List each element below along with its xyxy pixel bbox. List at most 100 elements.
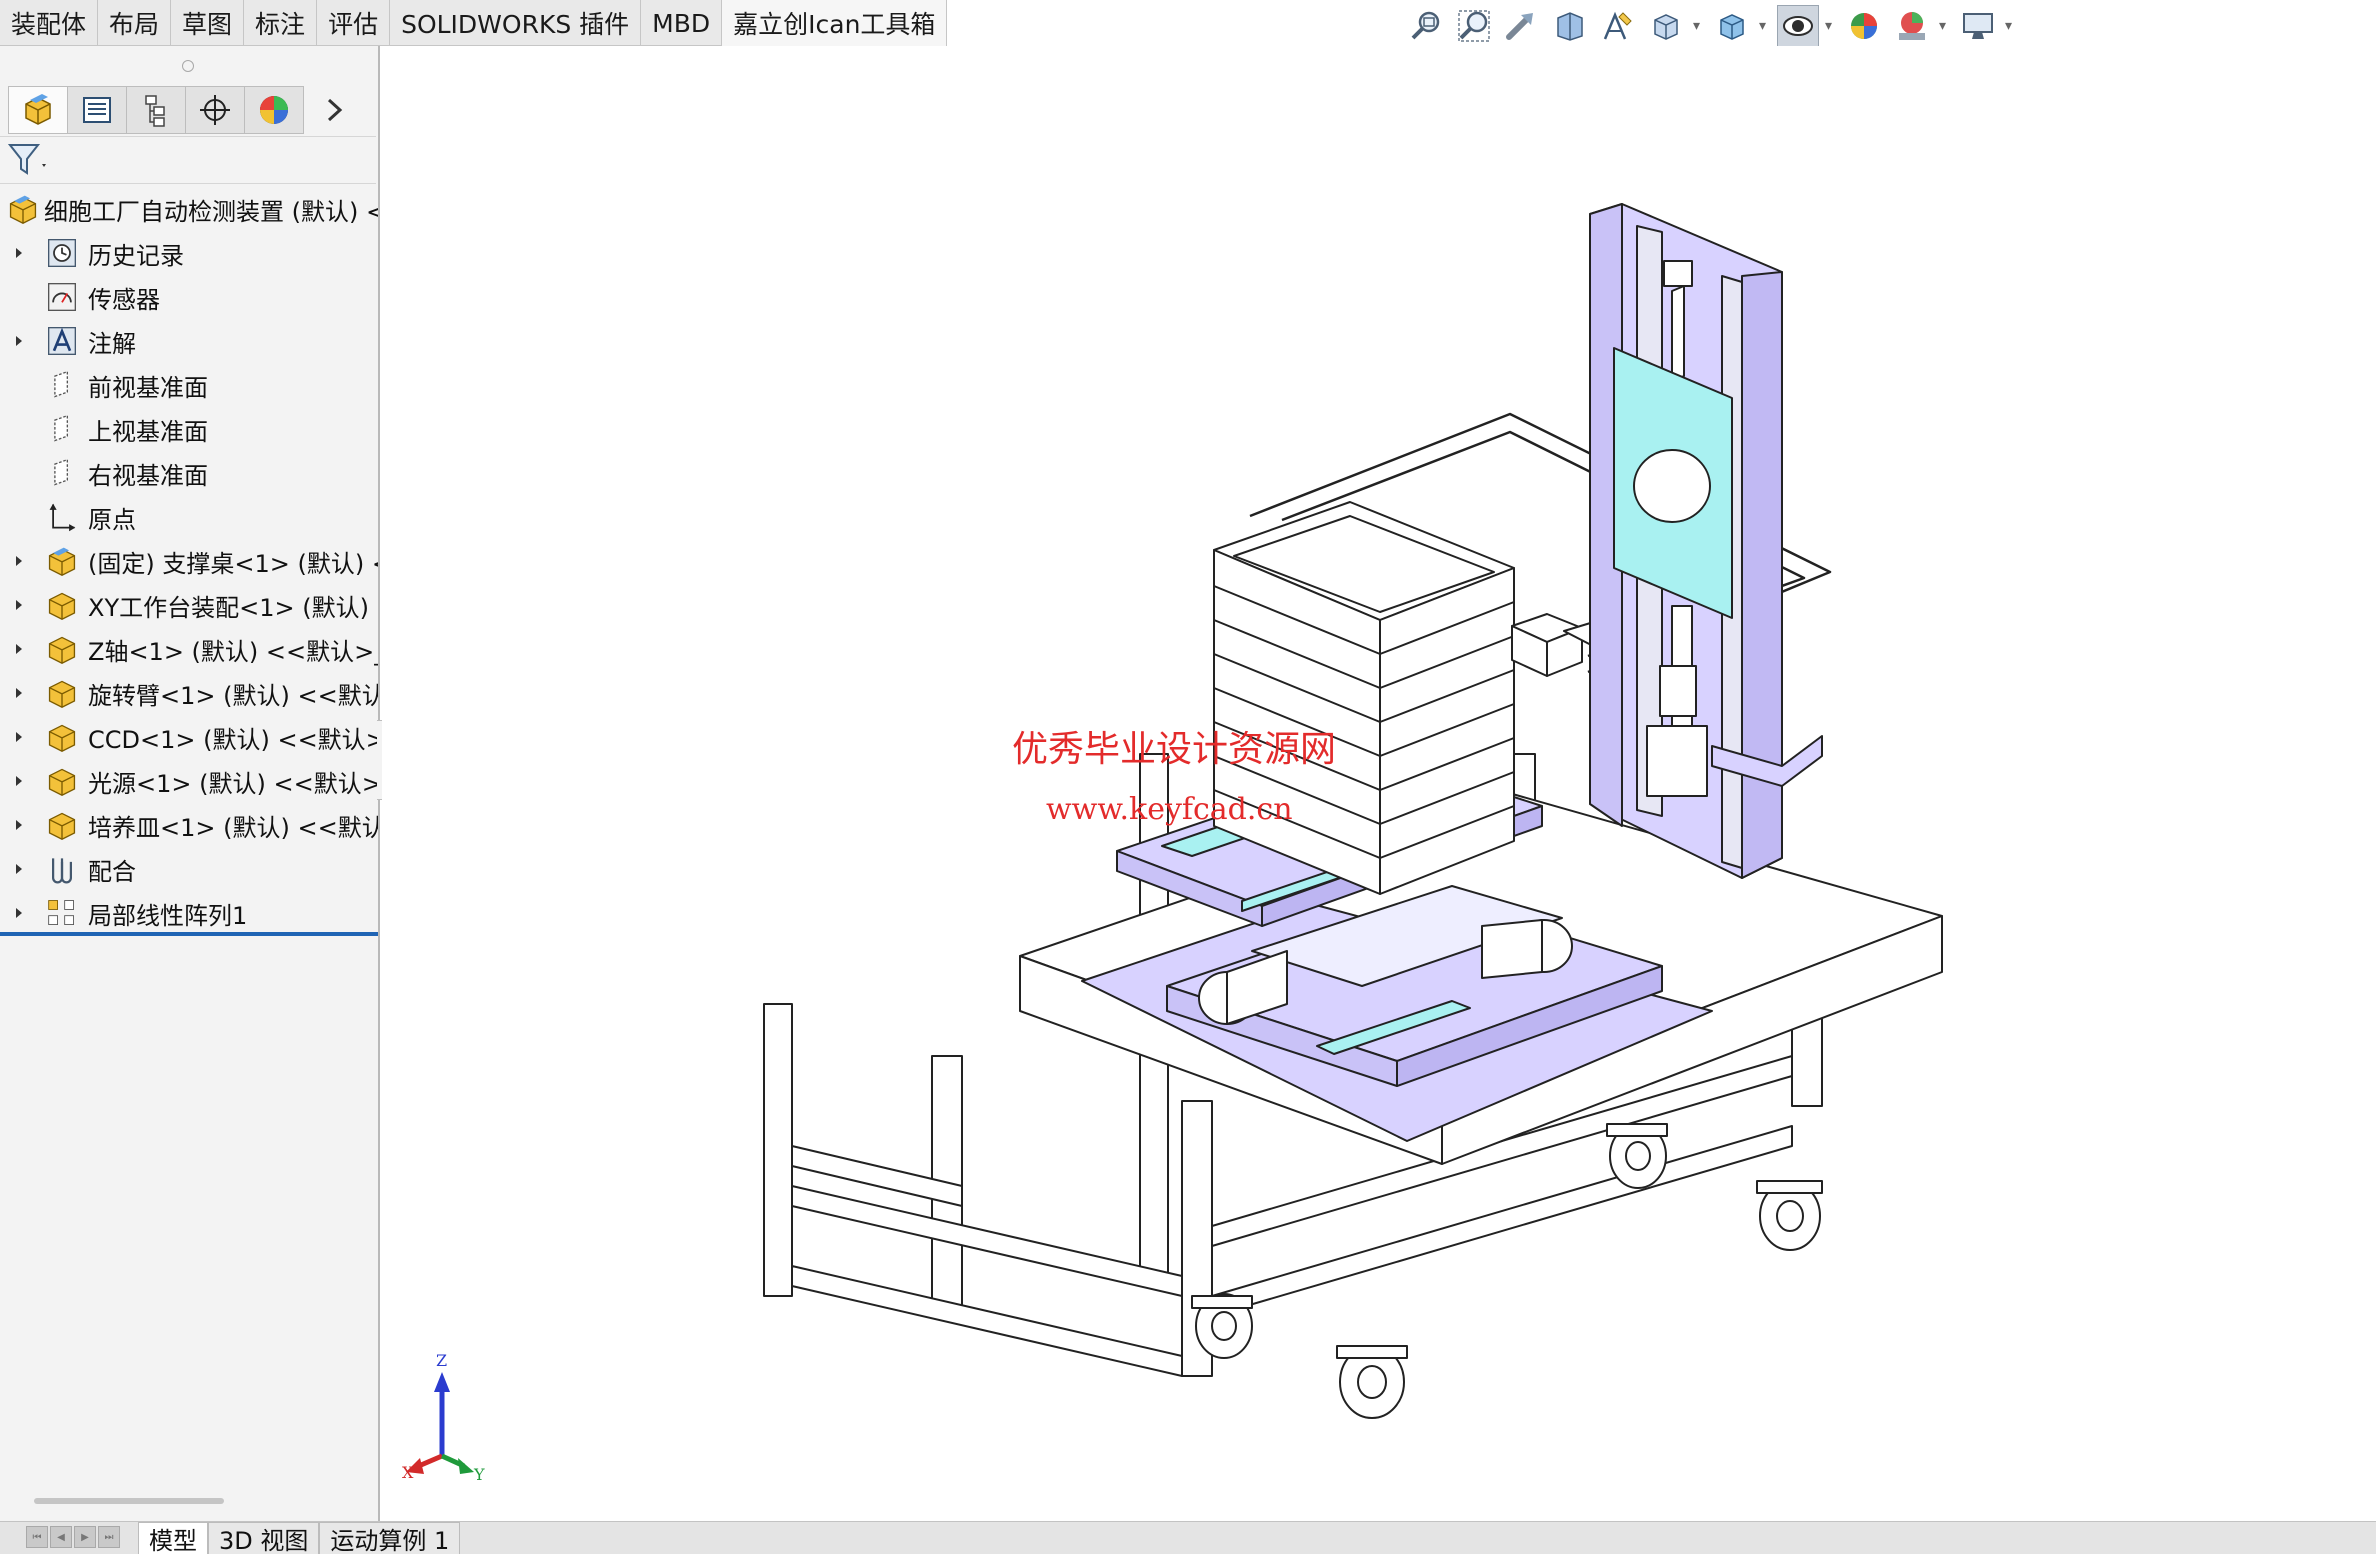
z-axis-column (1589, 203, 1823, 879)
tree-item-label: 配合 (88, 857, 136, 886)
tree-item[interactable]: 右视基准面 (0, 451, 378, 495)
tree-item[interactable]: 传感器 (0, 275, 378, 319)
chevron-down-icon[interactable]: ▾ (1693, 18, 1705, 34)
tree-item[interactable]: Z轴<1> (默认) <<默认>_與 (0, 627, 378, 671)
ribbon-tab[interactable]: 嘉立创Ican工具箱 (722, 0, 948, 46)
tree-item[interactable]: CCD<1> (默认) <<默认>_ (0, 715, 378, 759)
manager-tabs (8, 86, 357, 134)
tree-item-label: 历史记录 (88, 241, 184, 270)
ribbon-tab[interactable]: 装配体 (0, 0, 99, 46)
ribbon-tab[interactable]: 布局 (98, 0, 172, 46)
tree-item[interactable]: XY工作台装配<1> (默认) < (0, 583, 378, 627)
tree-items: 历史记录传感器注解前视基准面 上视基准面右视基准面原点 (固定) 支撑桌<1> (默… (0, 231, 378, 935)
bottom-tab[interactable]: 运动算例 1 (319, 1522, 461, 1554)
feature-tree: 细胞工厂自动检测装置 (默认) < 历史记录传感器注解前视基准面 上视基准面右视基… (0, 187, 378, 935)
solidworks-window: 装配体 布局 草图 标注 评估 SOLIDWORKS 插件 MBD 嘉立创Ican工具箱 ▾ … (0, 0, 2376, 1554)
tree-item[interactable]: (固定) 支撑桌<1> (默认) < (0, 539, 378, 583)
expand-caret-icon[interactable] (14, 847, 26, 891)
tree-item[interactable]: 注解 (0, 319, 378, 363)
dimxpertmanager-tab[interactable] (185, 86, 245, 134)
origin-icon (44, 499, 80, 535)
ribbon-tab[interactable]: 草图 (171, 0, 245, 46)
chevron-down-icon[interactable]: ▾ (1825, 18, 1837, 34)
ribbon-tabs: 装配体 布局 草图 标注 评估 SOLIDWORKS 插件 MBD 嘉立创Ican工具箱 (0, 0, 948, 46)
chevron-down-icon[interactable]: ▾ (1759, 18, 1771, 34)
watermark-url: www.keyfcad.cn (1046, 792, 1293, 827)
assembly-icon (5, 191, 41, 227)
expand-caret-icon[interactable] (14, 671, 26, 715)
first-tab-arrow-icon[interactable]: ⏮ (26, 1526, 48, 1548)
tree-item-label: 原点 (88, 505, 136, 534)
last-tab-arrow-icon[interactable]: ⏭ (98, 1526, 120, 1548)
zoom-to-area-icon[interactable] (1453, 5, 1495, 47)
previous-tab-arrow-icon[interactable]: ◀ (50, 1526, 72, 1548)
tree-item[interactable]: 原点 (0, 495, 378, 539)
chevron-right-icon[interactable] (313, 86, 357, 134)
expand-caret-icon[interactable] (14, 891, 26, 935)
featuremanager-tab[interactable] (8, 86, 68, 134)
tree-item[interactable]: 培养皿<1> (默认) <<默认> (0, 803, 378, 847)
view-orientation-icon[interactable] (1645, 5, 1687, 47)
hide-show-items-icon[interactable] (1777, 5, 1819, 47)
panel-grip[interactable] (182, 60, 194, 72)
tree-item[interactable]: 局部线性阵列1 (0, 891, 378, 935)
tree-item[interactable]: 光源<1> (默认) <<默认>_ (0, 759, 378, 803)
plane-icon (44, 411, 80, 447)
chevron-down-icon[interactable]: ▾ (1939, 18, 1951, 34)
propertymanager-tab[interactable] (67, 86, 127, 134)
tree-item-label: 培养皿<1> (默认) <<默认> (88, 813, 378, 842)
ribbon-tab[interactable]: 评估 (317, 0, 391, 46)
watermark-title: 优秀毕业设计资源网 (1012, 729, 1337, 770)
display-style-icon[interactable] (1711, 5, 1753, 47)
tree-item-label: 注解 (88, 329, 136, 358)
graphics-area[interactable]: 优秀毕业设计资源网 www.keyfcad.cn Z X Y (382, 46, 2376, 1521)
ribbon-tab[interactable]: 标注 (244, 0, 318, 46)
tree-item-label: 右视基准面 (88, 461, 208, 490)
expand-caret-icon[interactable] (14, 539, 26, 583)
dimxpertmanager-icon (200, 95, 230, 125)
zoom-to-fit-icon[interactable] (1405, 5, 1447, 47)
expand-caret-icon[interactable] (14, 759, 26, 803)
tree-filter[interactable] (0, 136, 376, 184)
bottom-tab[interactable]: 模型 (138, 1522, 208, 1554)
configurationmanager-tab[interactable] (126, 86, 186, 134)
view-settings-icon[interactable] (1957, 5, 1999, 47)
tree-item-label: 光源<1> (默认) <<默认>_ (88, 769, 378, 798)
tree-item[interactable]: 前视基准面 (0, 363, 378, 407)
expand-caret-icon[interactable] (14, 583, 26, 627)
filter-icon[interactable] (8, 142, 50, 178)
expand-caret-icon[interactable] (14, 803, 26, 847)
expand-caret-icon[interactable] (14, 627, 26, 671)
section-view-icon[interactable] (1549, 5, 1591, 47)
plane-icon (44, 455, 80, 491)
tree-item[interactable]: 历史记录 (0, 231, 378, 275)
configurationmanager-icon (145, 95, 165, 127)
expand-caret-icon[interactable] (14, 319, 26, 363)
reference-triad: Z X Y (402, 1351, 485, 1484)
displaymanager-tab[interactable] (244, 86, 304, 134)
assembly-model[interactable] (382, 46, 2376, 1521)
next-tab-arrow-icon[interactable]: ▶ (74, 1526, 96, 1548)
previous-view-icon[interactable] (1501, 5, 1543, 47)
edit-appearance-icon[interactable] (1843, 5, 1885, 47)
expand-caret-icon[interactable] (14, 231, 26, 275)
tree-item[interactable]: 上视基准面 (0, 407, 378, 451)
bottom-tab[interactable]: 3D 视图 (208, 1522, 320, 1554)
tree-rollback-bar[interactable] (0, 932, 378, 936)
annotation-icon (44, 323, 80, 359)
horizontal-scrollbar[interactable] (34, 1498, 224, 1504)
chevron-down-icon[interactable]: ▾ (2005, 18, 2017, 34)
expand-caret-icon[interactable] (14, 715, 26, 759)
tree-item-label: 传感器 (88, 285, 160, 314)
subassembly-icon (44, 631, 80, 667)
featuremanager-panel: 细胞工厂自动检测装置 (默认) < 历史记录传感器注解前视基准面 上视基准面右视基… (0, 46, 380, 1521)
apply-scene-icon[interactable] (1891, 5, 1933, 47)
dynamic-annotation-icon[interactable] (1597, 5, 1639, 47)
tree-item[interactable]: 旋转臂<1> (默认) <<默认> (0, 671, 378, 715)
mates-icon (44, 851, 80, 887)
ribbon-tab[interactable]: SOLIDWORKS 插件 (390, 0, 642, 46)
tree-root-assembly[interactable]: 细胞工厂自动检测装置 (默认) < (0, 187, 378, 231)
plane-icon (44, 367, 80, 403)
tree-item[interactable]: 配合 (0, 847, 378, 891)
ribbon-tab[interactable]: MBD (641, 0, 723, 46)
